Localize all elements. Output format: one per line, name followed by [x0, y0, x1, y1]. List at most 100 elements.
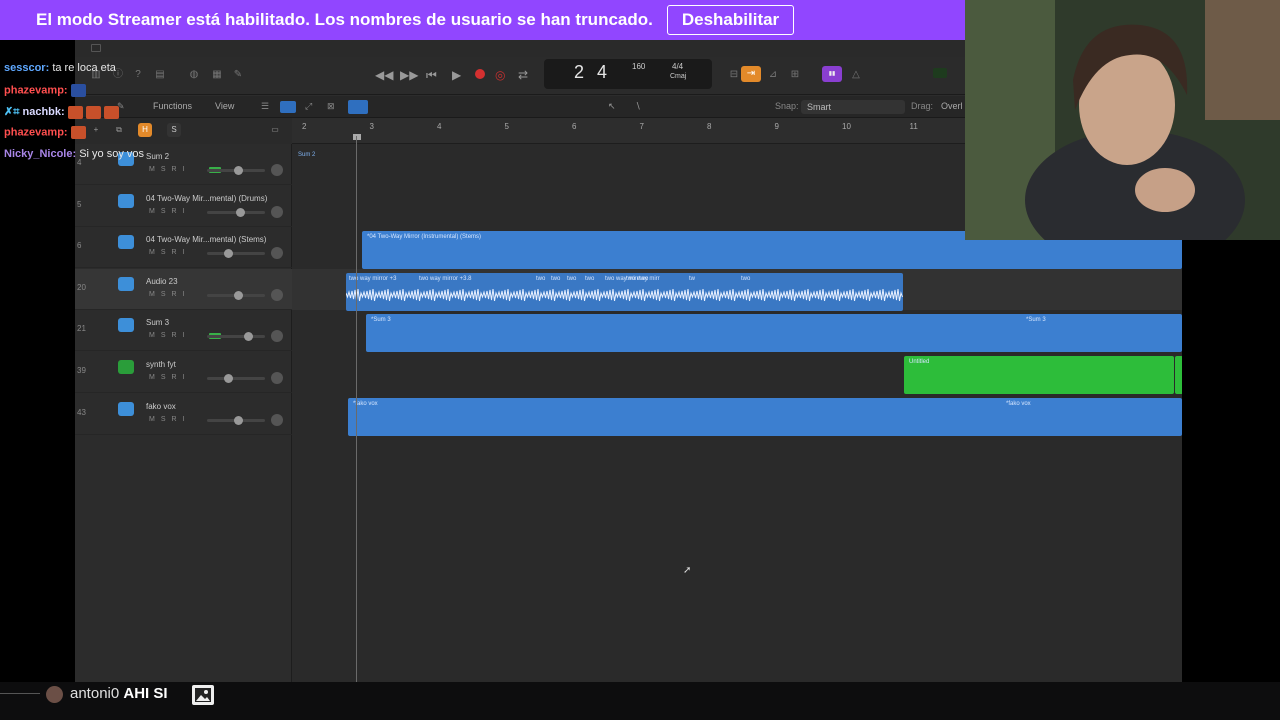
add-track-icon[interactable]: +	[89, 123, 103, 137]
record-enable-button[interactable]: R	[172, 416, 177, 423]
flex-icon[interactable]	[280, 101, 296, 113]
volume-fader[interactable]	[207, 290, 265, 300]
lcd-display[interactable]: 2 4 160 4/4 Cmaj	[544, 59, 712, 89]
mute-button[interactable]: M	[149, 374, 155, 381]
track-name[interactable]: Sum 3	[146, 318, 169, 327]
record-enable-button[interactable]: R	[172, 208, 177, 215]
input-monitor-button[interactable]: I	[183, 416, 185, 423]
track-lane[interactable]: two way mirror +3 two way mirror +3.8 two t…	[292, 268, 1182, 311]
cpu-meter[interactable]: ▮▮	[822, 66, 842, 82]
fader-knob[interactable]	[224, 374, 234, 383]
solo-button[interactable]: S	[161, 208, 166, 215]
audio-region[interactable]: two way mirror +3 two way mirror +3.8 two t…	[346, 272, 903, 311]
pan-knob[interactable]	[271, 247, 283, 260]
volume-fader[interactable]	[207, 415, 265, 425]
solo-button[interactable]: S	[161, 166, 166, 173]
snap-select[interactable]: Smart	[801, 100, 905, 114]
duplicate-track-icon[interactable]: ⧉	[112, 123, 126, 137]
rewind-icon[interactable]: ◀◀	[375, 68, 393, 82]
input-monitor-button[interactable]: I	[183, 332, 185, 339]
track-header[interactable]: 43 fako vox M S R I	[75, 394, 292, 435]
track-name[interactable]: 04 Two-Way Mir...mental) (Stems)	[146, 235, 266, 244]
fader-knob[interactable]	[236, 207, 246, 217]
track-header[interactable]: 39 synth fyt M S R I	[75, 352, 292, 393]
fader-knob[interactable]	[233, 166, 243, 175]
solo-button[interactable]: S	[167, 123, 181, 137]
volume-fader[interactable]	[207, 332, 265, 342]
window-icon[interactable]	[91, 44, 101, 52]
playhead[interactable]	[356, 136, 357, 682]
play-icon[interactable]: ▶	[452, 68, 461, 82]
untitled-midi-region[interactable]: Untitled	[904, 356, 1174, 394]
mute-button[interactable]: M	[149, 249, 155, 256]
automation-button[interactable]	[348, 100, 368, 114]
global-tracks-icon[interactable]: ▭	[268, 123, 282, 137]
marquee-icon[interactable]: ⊠	[327, 101, 335, 112]
solo-button[interactable]: S	[161, 374, 166, 381]
input-monitor-button[interactable]: I	[183, 166, 185, 173]
playhead-handle[interactable]	[353, 134, 361, 140]
track-name[interactable]: 04 Two-Way Mir...mental) (Drums)	[146, 194, 267, 203]
mute-button[interactable]: M	[149, 166, 155, 173]
hide-button[interactable]: H	[138, 123, 152, 137]
fako-vox-region[interactable]: *fako vox *fako vox	[348, 397, 1182, 436]
pan-knob[interactable]	[271, 372, 283, 384]
solo-button[interactable]: S	[161, 332, 166, 339]
record-enable-button[interactable]: R	[172, 166, 177, 173]
pan-knob[interactable]	[271, 330, 283, 343]
help-icon[interactable]: ?	[131, 68, 145, 82]
track-name[interactable]: synth fyt	[146, 360, 176, 369]
mixer-icon[interactable]: ▦	[210, 68, 224, 82]
sum3-region[interactable]: *Sum 3 *Sum 3	[366, 314, 1182, 353]
editors-icon[interactable]: ✎	[231, 68, 245, 82]
midi-region[interactable]	[1175, 356, 1182, 394]
track-header[interactable]: 21 Sum 3 MSRI	[75, 310, 292, 352]
capture-record-icon[interactable]: ◎	[495, 68, 505, 82]
input-monitor-button[interactable]: I	[183, 249, 185, 256]
smart-controls-icon[interactable]: ◍	[187, 68, 201, 82]
record-enable-button[interactable]: R	[172, 374, 177, 381]
track-name[interactable]: Audio 23	[146, 277, 178, 286]
volume-fader[interactable]	[207, 374, 265, 383]
cycle-icon[interactable]: ⇄	[518, 68, 528, 82]
catch-icon[interactable]: ⤢	[305, 101, 312, 112]
pan-knob[interactable]	[271, 164, 283, 176]
pan-knob[interactable]	[271, 288, 283, 301]
pencil-tool-icon[interactable]: ∖	[635, 101, 641, 112]
disable-streamer-mode-button[interactable]: Deshabilitar	[666, 5, 795, 35]
track-lane[interactable]: Untitled	[292, 352, 1182, 394]
count-in-button[interactable]: ⇥	[741, 66, 761, 82]
fast-forward-icon[interactable]: ▶▶	[400, 68, 418, 82]
toolbar-icon[interactable]: ▤	[153, 68, 167, 82]
mute-button[interactable]: M	[149, 208, 155, 215]
input-monitor-button[interactable]: I	[183, 374, 185, 381]
track-lane[interactable]: *fako vox *fako vox	[292, 394, 1182, 436]
volume-fader[interactable]	[207, 166, 265, 175]
fader-knob[interactable]	[233, 290, 243, 300]
fader-knob[interactable]	[243, 332, 253, 342]
record-enable-button[interactable]: R	[172, 249, 177, 256]
fader-knob[interactable]	[224, 249, 234, 259]
mute-button[interactable]: M	[149, 291, 155, 298]
track-header[interactable]: 20 Audio 23 M S R I	[75, 268, 292, 310]
solo-button[interactable]: S	[161, 416, 166, 423]
track-header[interactable]: 6 04 Two-Way Mir...mental) (Stems) M S R I	[75, 227, 292, 269]
go-to-start-icon[interactable]: ⏮	[426, 68, 437, 83]
list-editors-icon[interactable]: ⊞	[788, 68, 802, 82]
loops-icon[interactable]: △	[849, 68, 863, 82]
functions-menu[interactable]: Functions	[153, 101, 192, 111]
record-enable-button[interactable]: R	[172, 291, 177, 298]
pan-knob[interactable]	[271, 205, 283, 218]
track-lane[interactable]: *Sum 3 *Sum 3	[292, 310, 1182, 353]
drag-select[interactable]: Overl	[941, 101, 963, 111]
input-monitor-button[interactable]: I	[183, 208, 185, 215]
solo-button[interactable]: S	[161, 291, 166, 298]
solo-button[interactable]: S	[161, 249, 166, 256]
volume-fader[interactable]	[207, 249, 265, 259]
list-view-icon[interactable]: ☰	[261, 101, 269, 112]
record-enable-button[interactable]: R	[172, 332, 177, 339]
metronome-icon[interactable]: ⊿	[766, 68, 780, 82]
tuner-icon[interactable]: ⊟	[727, 68, 741, 82]
pan-knob[interactable]	[271, 413, 283, 426]
input-monitor-button[interactable]: I	[183, 291, 185, 298]
